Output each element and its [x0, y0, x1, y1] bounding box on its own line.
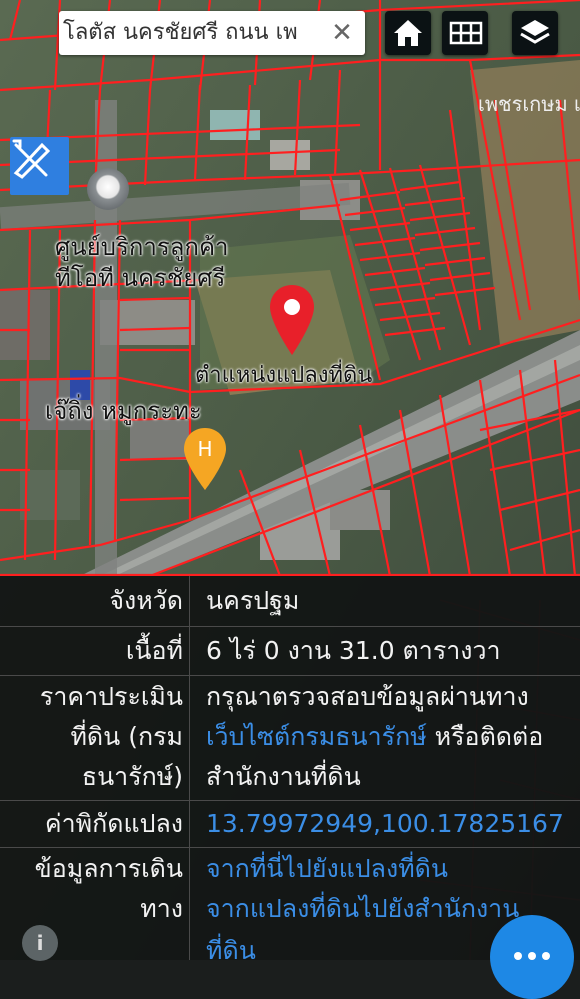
price-label-2: ที่ดิน (กรม — [70, 722, 183, 751]
coordinate-value-link[interactable]: 13.79972949,100.17825167 — [206, 803, 572, 845]
price-value-3: สำนักงานที่ดิน — [206, 762, 361, 791]
info-icon[interactable]: i — [22, 925, 58, 961]
directions-label-2: ทาง — [140, 894, 183, 923]
home-button[interactable] — [385, 11, 431, 55]
home-icon — [394, 20, 422, 46]
province-label: จังหวัด — [109, 586, 183, 615]
clear-search-icon[interactable]: ✕ — [327, 16, 357, 50]
more-dots-icon — [514, 952, 522, 960]
grid-button[interactable] — [442, 11, 488, 55]
location-marker — [87, 168, 129, 210]
price-row: ราคาประเมิน ที่ดิน (กรม ธนารักษ์) กรุณาต… — [0, 676, 580, 801]
price-value-2: หรือติดต่อ — [426, 722, 544, 751]
more-dot — [542, 952, 550, 960]
area-row: เนื้อที่ 6 ไร่ 0 งาน 31.0 ตารางวา — [0, 627, 580, 676]
road-label: เพชรเกษม เพ — [478, 92, 580, 116]
price-value-line2: เว็บไซต์กรมธนารักษ์ หรือติดต่อ — [206, 716, 572, 758]
coordinate-label: ค่าพิกัดแปลง — [44, 809, 183, 838]
parcel-location-label: ตำแหน่งแปลงที่ดิน — [195, 363, 373, 388]
treasury-website-link[interactable]: เว็บไซต์กรมธนารักษ์ — [206, 722, 427, 751]
directions-to-parcel-text[interactable]: จากที่นี่ไปยังแปลงที่ดิน — [206, 848, 572, 890]
province-row: จังหวัด นครปฐม — [0, 576, 580, 627]
directions-label-1: ข้อมูลการเดิน — [34, 854, 183, 883]
price-label-1: ราคาประเมิน — [39, 682, 183, 711]
more-dot — [528, 952, 536, 960]
layers-icon — [520, 20, 550, 44]
province-value: นครปฐม — [206, 586, 300, 615]
poi-label-line1: ศูนย์บริการลูกค้า — [55, 233, 229, 261]
search-bar[interactable]: โลตัส นครชัยศรี ถนน เพ ✕ — [59, 11, 365, 55]
panel-divider — [189, 576, 190, 960]
hotel-pin-glyph: H — [197, 437, 212, 461]
poi-label-line2: ทีโอที นครชัยศรี — [55, 264, 226, 292]
layers-button[interactable] — [512, 11, 558, 55]
ruler-pencil-icon — [12, 139, 51, 179]
price-label-3: ธนารักษ์) — [81, 762, 183, 791]
area-label: เนื้อที่ — [125, 636, 183, 665]
area-value: 6 ไร่ 0 งาน 31.0 ตารางวา — [206, 636, 501, 665]
directions-to-parcel-link[interactable]: จากที่นี่ไปยังแปลงที่ดิน — [206, 848, 572, 890]
parcel-info-panel: จังหวัด นครปฐม เนื้อที่ 6 ไร่ 0 งาน 31.0… — [0, 576, 580, 965]
draw-tool-button[interactable] — [10, 137, 69, 195]
search-input[interactable]: โลตัส นครชัยศรี ถนน เพ — [63, 19, 325, 47]
grid-icon — [449, 21, 483, 45]
more-options-button[interactable] — [490, 915, 574, 999]
poi-label-restaurant: เจ๊ถิ่ง หมูกระทะ — [45, 397, 202, 425]
price-value-1: กรุณาตรวจสอบข้อมูลผ่านทาง — [206, 682, 529, 711]
coordinate-row: ค่าพิกัดแปลง 13.79972949,100.17825167 — [0, 801, 580, 848]
